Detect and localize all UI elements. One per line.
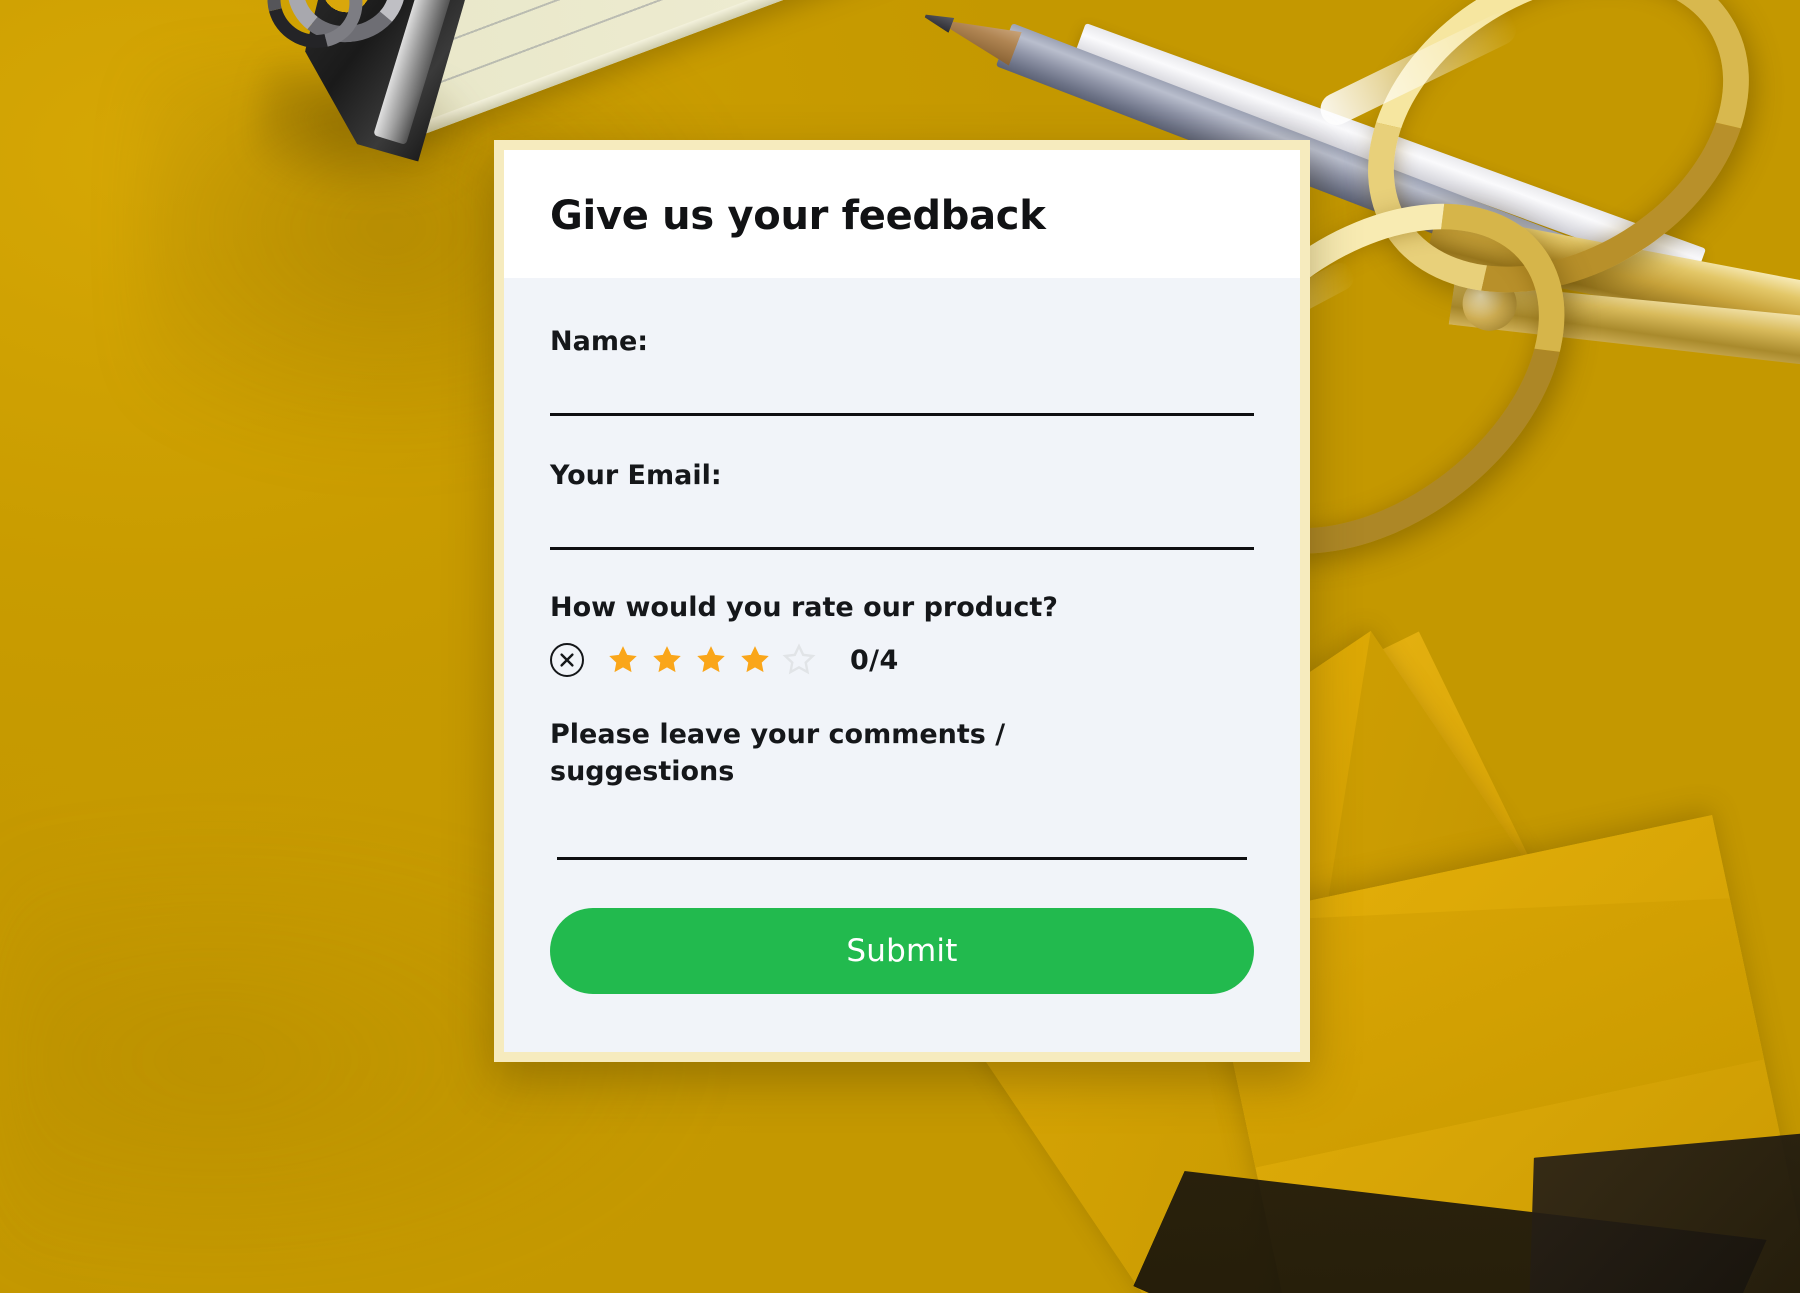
submit-button[interactable]: Submit	[550, 907, 1254, 994]
circle-x-icon[interactable]	[550, 643, 584, 678]
comments-group: Please leave your comments / suggestions	[550, 717, 1254, 860]
star-icon-filled[interactable]	[606, 643, 640, 677]
rating-row: 0/4	[550, 643, 1254, 678]
card-header: Give us your feedback	[504, 150, 1300, 278]
pencil-lead	[922, 8, 954, 33]
email-input[interactable]	[550, 516, 1254, 551]
star-icon-filled[interactable]	[738, 643, 772, 677]
card-body: Name: Your Email: How would you rate our…	[504, 278, 1300, 1052]
feedback-card: Give us your feedback Name: Your Email: …	[494, 140, 1310, 1062]
comments-input[interactable]	[557, 833, 1247, 860]
rating-group: How would you rate our product? 0/4	[550, 592, 1254, 678]
comments-label: Please leave your comments / suggestions	[550, 719, 1006, 787]
rating-label: How would you rate our product?	[550, 592, 1058, 624]
email-field-group: Your Email:	[550, 458, 1254, 551]
star-rating[interactable]	[606, 643, 816, 677]
star-icon-empty[interactable]	[782, 643, 816, 677]
name-field-group: Name:	[550, 324, 1254, 417]
star-icon-filled[interactable]	[650, 643, 684, 677]
name-label: Name:	[550, 326, 649, 357]
rating-count: 0/4	[850, 644, 899, 676]
pencil-wood	[936, 4, 1022, 66]
email-label: Your Email:	[550, 460, 722, 492]
star-icon-filled[interactable]	[694, 643, 728, 677]
name-input[interactable]	[550, 382, 1254, 417]
page-title: Give us your feedback	[550, 193, 1046, 239]
